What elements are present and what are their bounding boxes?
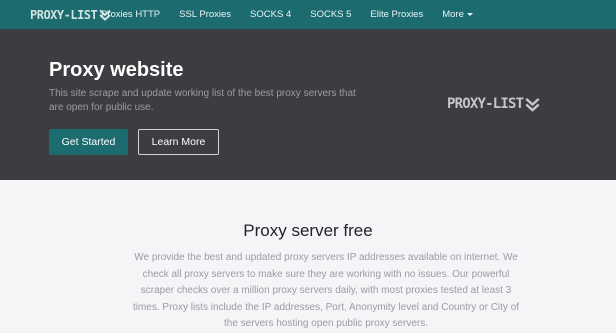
nav-item-socks4[interactable]: SOCKS 4 [250, 9, 291, 20]
nav-menu: Proxies HTTP SSL Proxies SOCKS 4 SOCKS 5… [101, 0, 492, 29]
hero-section: Proxy website This site scrape and updat… [0, 29, 616, 180]
caret-down-icon [466, 13, 473, 16]
double-chevron-down-icon [525, 97, 540, 112]
hero-logo-text: PROXY-LIST [447, 96, 524, 112]
nav-item-more-label: More [442, 9, 464, 20]
brand-logo[interactable]: PROXY-LIST [30, 6, 111, 23]
hero-title: Proxy website [49, 59, 184, 81]
hero-subtitle: This site scrape and update working list… [49, 88, 356, 113]
learn-more-button[interactable]: Learn More [138, 129, 219, 155]
get-started-button[interactable]: Get Started [49, 129, 128, 155]
brand-text: PROXY-LIST [30, 7, 98, 22]
section-title: Proxy server free [243, 221, 373, 240]
top-navbar: PROXY-LIST Proxies HTTP SSL Proxies SOCK… [0, 0, 616, 29]
section-description: We provide the best and updated proxy se… [132, 252, 520, 329]
hero-logo: PROXY-LIST [447, 95, 540, 113]
nav-item-more-dropdown[interactable]: More [442, 9, 473, 20]
nav-item-proxies-http[interactable]: Proxies HTTP [101, 9, 160, 20]
nav-item-socks5[interactable]: SOCKS 5 [310, 9, 351, 20]
nav-item-ssl-proxies[interactable]: SSL Proxies [179, 9, 231, 20]
nav-item-elite-proxies[interactable]: Elite Proxies [370, 9, 423, 20]
